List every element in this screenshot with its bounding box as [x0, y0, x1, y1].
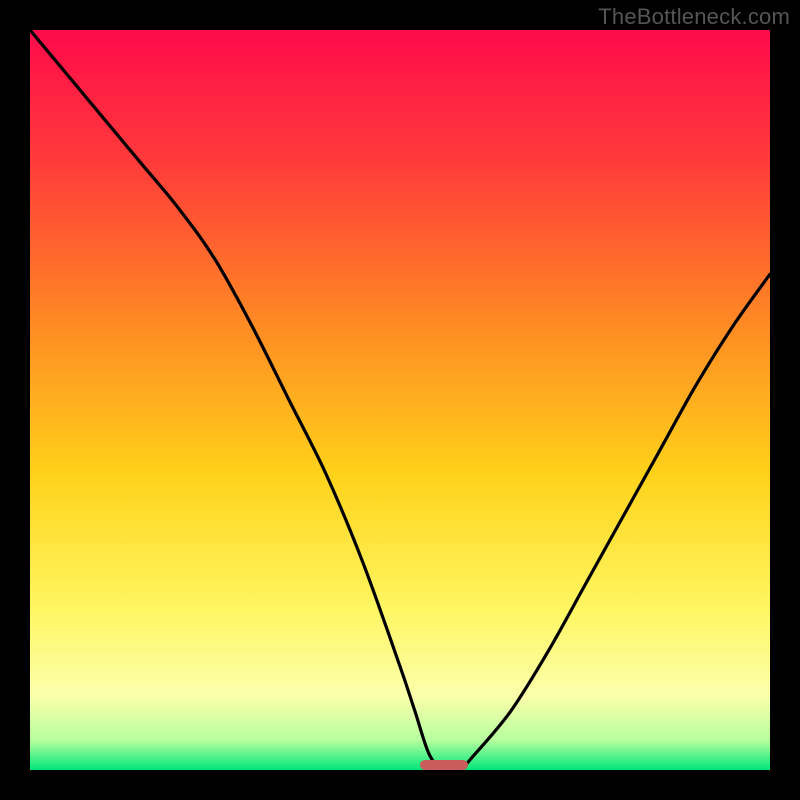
watermark-text: TheBottleneck.com [598, 4, 790, 30]
gradient-background [30, 30, 770, 770]
optimal-point-marker [420, 760, 468, 770]
chart-frame [30, 30, 770, 770]
